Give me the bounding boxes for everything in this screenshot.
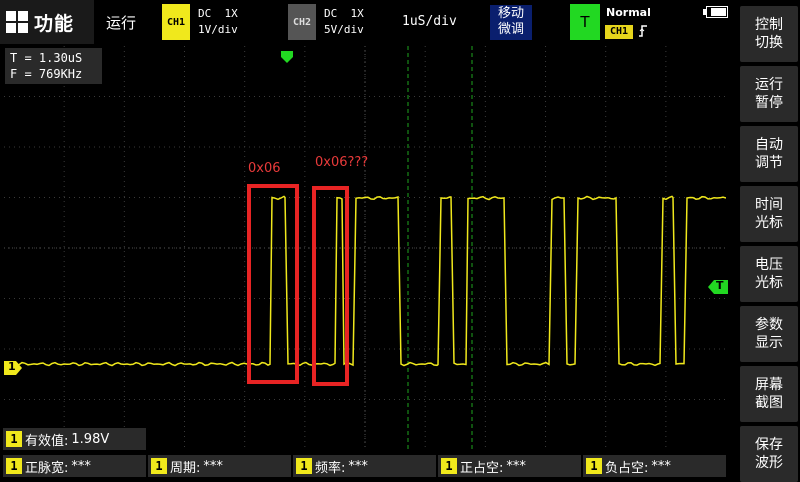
ch1-coupling: DC 1X [198, 7, 238, 20]
btn-line2: 光标 [755, 275, 783, 291]
ch2-settings[interactable]: DC 1X 5V/div [324, 6, 364, 38]
btn-line2: 光标 [755, 215, 783, 231]
positive-pulse-width-measurement[interactable]: 1 正脉宽: *** [3, 455, 146, 477]
ch1-marker-label: 1 [8, 360, 16, 373]
measurement-value: *** [203, 458, 223, 474]
run-state-label[interactable]: 运行 [106, 12, 136, 33]
channel-badge: 1 [6, 431, 22, 447]
mode-line2: 微调 [497, 22, 524, 37]
waveform-display[interactable] [4, 46, 727, 450]
btn-line1: 自动 [755, 137, 783, 153]
trigger-level-marker[interactable]: T [708, 279, 728, 294]
measurement-label: 正脉宽: [25, 460, 69, 476]
positive-duty-measurement[interactable]: 1 正占空: *** [438, 455, 581, 477]
trigger-button[interactable]: T [570, 4, 600, 40]
graticule-axes [4, 46, 726, 450]
cursor-frequency: F = 769KHz [10, 67, 83, 81]
waveform-canvas [4, 46, 727, 450]
time-cursor-button[interactable]: 时间 光标 [740, 186, 798, 242]
parameter-display-button[interactable]: 参数 显示 [740, 306, 798, 362]
btn-line1: 时间 [755, 197, 783, 213]
measurement-label: 正占空: [460, 460, 504, 476]
btn-line2: 截图 [755, 395, 783, 411]
btn-line1: 参数 [755, 317, 783, 333]
btn-line2: 波形 [755, 455, 783, 471]
measurement-label: 负占空: [605, 460, 649, 476]
channel-badge: 1 [441, 458, 457, 474]
measurement-label: 频率: [315, 460, 346, 476]
ch1-level-marker[interactable]: 1 [4, 360, 22, 375]
run-pause-button[interactable]: 运行 暂停 [740, 66, 798, 122]
screenshot-button[interactable]: 屏幕 截图 [740, 366, 798, 422]
ch2-tag[interactable]: CH2 [288, 4, 316, 40]
function-menu-label: 功能 [34, 12, 75, 35]
channel-badge: 1 [296, 458, 312, 474]
btn-line1: 运行 [755, 77, 783, 93]
rms-value: 1.98V [71, 431, 110, 447]
timebase-label[interactable]: 1uS/div [402, 14, 457, 29]
trigger-source[interactable]: CH1 [605, 25, 633, 39]
channel-badge: 1 [151, 458, 167, 474]
channel-badge: 1 [6, 458, 22, 474]
ch1-settings[interactable]: DC 1X 1V/div [198, 6, 238, 38]
ch1-tag[interactable]: CH1 [162, 4, 190, 40]
btn-line1: 控制 [755, 17, 783, 33]
ch2-scale: 5V/div [324, 23, 364, 36]
rms-label: 有效值: [25, 433, 69, 449]
channel-badge: 1 [586, 458, 602, 474]
annotation-label-1: 0x06 [248, 161, 281, 176]
cursor-readout: T = 1.30uS F = 769KHz [5, 48, 102, 84]
measurement-label: 周期: [170, 460, 201, 476]
rising-edge-icon [638, 24, 648, 41]
btn-line2: 切换 [755, 35, 783, 51]
annotation-box-1 [247, 184, 299, 384]
measurement-value: *** [348, 458, 368, 474]
control-switch-button[interactable]: 控制 切换 [740, 6, 798, 62]
save-waveform-button[interactable]: 保存 波形 [740, 426, 798, 482]
auto-adjust-button[interactable]: 自动 调节 [740, 126, 798, 182]
btn-line1: 屏幕 [755, 377, 783, 393]
btn-line1: 保存 [755, 437, 783, 453]
btn-line2: 暂停 [755, 95, 783, 111]
rms-measurement[interactable]: 1 有效值: 1.98V [3, 428, 146, 450]
ch2-coupling: DC 1X [324, 7, 364, 20]
trigger-position-icon[interactable] [280, 50, 294, 64]
measurement-value: *** [71, 458, 91, 474]
measurement-value: *** [651, 458, 671, 474]
annotation-label-2: 0x06??? [315, 155, 369, 170]
cursor-period: T = 1.30uS [10, 51, 83, 65]
btn-line2: 调节 [755, 155, 783, 171]
battery-icon [703, 6, 728, 18]
btn-line1: 电压 [755, 257, 783, 273]
move-fine-tune-button[interactable]: 移动 微调 [490, 5, 532, 40]
mode-line1: 移动 [497, 6, 524, 21]
voltage-cursor-button[interactable]: 电压 光标 [740, 246, 798, 302]
trigger-marker-label: T [716, 279, 724, 292]
trigger-mode[interactable]: Normal [606, 6, 651, 19]
negative-duty-measurement[interactable]: 1 负占空: *** [583, 455, 726, 477]
grid-icon [6, 11, 28, 33]
top-status-bar: 功能 运行 CH1 DC 1X 1V/div CH2 DC 1X 5V/div 1u… [0, 0, 738, 44]
btn-line2: 显示 [755, 335, 783, 351]
frequency-measurement[interactable]: 1 频率: *** [293, 455, 436, 477]
measurement-value: *** [506, 458, 526, 474]
period-measurement[interactable]: 1 周期: *** [148, 455, 291, 477]
function-menu-button[interactable]: 功能 [0, 0, 94, 44]
ch1-scale: 1V/div [198, 23, 238, 36]
